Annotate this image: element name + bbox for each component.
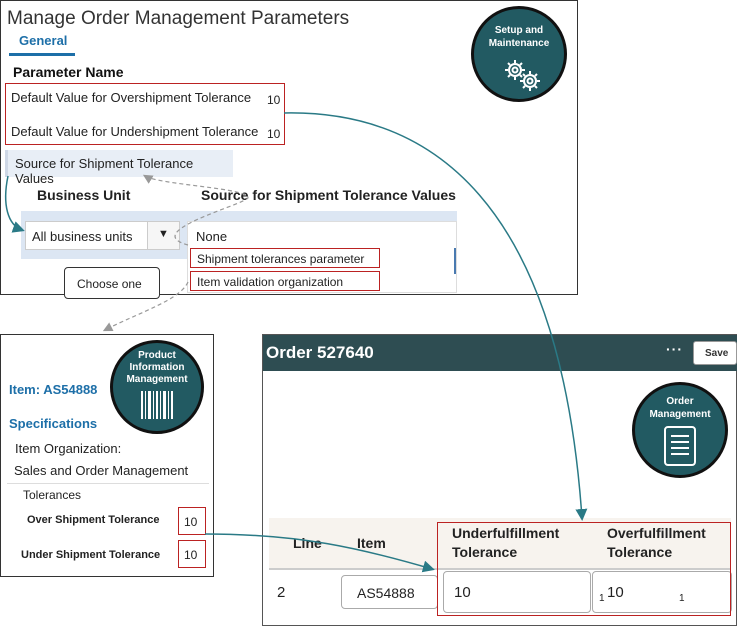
column-line: Line — [293, 535, 322, 551]
active-tab-indicator — [9, 53, 75, 56]
organization-value: Sales and Order Management — [14, 463, 189, 478]
page-title: Manage Order Management Parameters — [7, 8, 350, 29]
badge-label: Maintenance — [488, 38, 550, 49]
badge-label: Product — [138, 350, 176, 361]
source-values-dropdown[interactable]: None Shipment tolerances parameter Item … — [187, 221, 457, 293]
caret-down-icon: ▼ — [158, 228, 169, 240]
over-shipment-tolerance-label: Over Shipment Tolerance — [27, 514, 160, 526]
order-header: Order 527640 ··· Save — [263, 335, 737, 371]
option-item-validation-organization[interactable]: Item validation organization — [190, 271, 380, 291]
source-values-header: Source for Shipment Tolerance Values — [201, 187, 456, 203]
item-input-value: AS54888 — [357, 585, 415, 601]
option-shipment-tolerances-parameter[interactable]: Shipment tolerances parameter — [190, 248, 380, 268]
source-tolerance-param-label: Source for Shipment Tolerance Values — [15, 156, 194, 186]
specifications-title[interactable]: Specifications — [9, 416, 97, 431]
business-unit-select-value: All business units — [32, 229, 133, 244]
under-shipment-tolerance-label: Under Shipment Tolerance — [21, 549, 161, 561]
dropdown-toggle-button[interactable]: ▼ — [147, 222, 179, 249]
order-title: Order 527640 — [266, 343, 374, 362]
item-input[interactable]: AS54888 — [341, 575, 438, 609]
badge-label: Information — [129, 362, 185, 373]
over-shipment-tolerance-field[interactable]: 10 — [178, 507, 206, 535]
badge-label: Management — [126, 374, 188, 385]
document-icon — [664, 426, 696, 466]
tolerance-params-highlight — [5, 83, 285, 145]
more-actions-icon[interactable]: ··· — [666, 341, 683, 357]
order-management-badge: Order Management — [632, 382, 728, 478]
gears-icon — [505, 60, 540, 91]
order-panel: Order 527640 ··· Save Line Item Underful… — [262, 334, 737, 626]
item-organization-label: Item Organization: — [15, 441, 122, 456]
column-item: Item — [357, 535, 386, 551]
badge-label: Setup and — [494, 25, 544, 36]
tolerances-label: Tolerances — [23, 488, 82, 502]
under-shipment-tolerance-field[interactable]: 10 — [178, 540, 206, 568]
cell-line-number: 2 — [277, 584, 286, 601]
save-button-label: Save — [705, 348, 729, 359]
choose-one-callout: Choose one — [64, 267, 160, 299]
scrollbar[interactable] — [454, 248, 456, 274]
setup-maintenance-badge: Setup and Maintenance — [471, 6, 567, 102]
source-tolerance-param-row[interactable]: Source for Shipment Tolerance Values — [5, 150, 233, 186]
callout-text: Choose one — [77, 277, 142, 291]
organization-row[interactable]: Sales and Order Management — [7, 457, 209, 484]
badge-label: Management — [649, 409, 711, 420]
parameter-name-header: Parameter Name — [13, 64, 124, 80]
option-label: Item validation organization — [197, 275, 344, 289]
item-title[interactable]: Item: AS54888 — [9, 382, 97, 397]
tolerance-columns-highlight — [437, 522, 731, 616]
badge-label: Order — [666, 396, 694, 407]
business-unit-select[interactable]: All business units ▼ — [25, 221, 180, 250]
save-button[interactable]: Save — [693, 341, 737, 365]
option-label: Shipment tolerances parameter — [197, 252, 365, 266]
under-shipment-tolerance-value: 10 — [184, 548, 198, 562]
barcode-icon — [141, 391, 173, 419]
business-unit-header: Business Unit — [37, 187, 131, 203]
tab-general[interactable]: General — [19, 33, 67, 48]
pim-badge: Product Information Management — [110, 340, 204, 434]
over-shipment-tolerance-value: 10 — [184, 515, 198, 529]
option-none[interactable]: None — [196, 229, 227, 244]
